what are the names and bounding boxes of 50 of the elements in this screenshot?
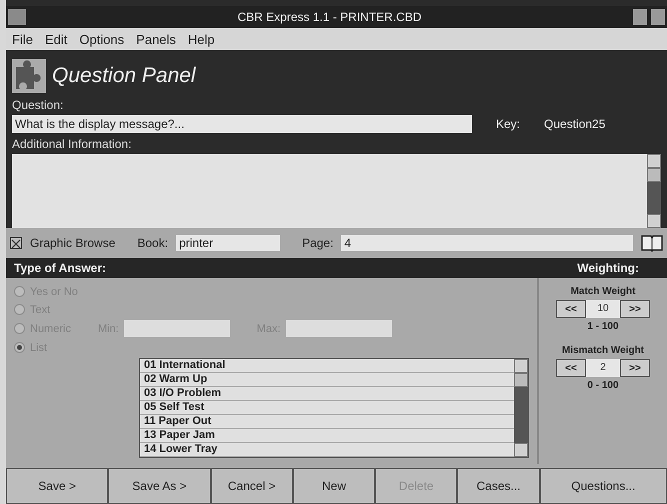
weight-field[interactable]: 10 <box>586 300 620 318</box>
decrease-button[interactable]: << <box>556 359 586 377</box>
menu-item[interactable]: Edit <box>40 32 72 46</box>
weight-range: 1 - 100 <box>587 321 619 332</box>
increase-button[interactable]: >> <box>620 300 650 318</box>
decrease-button[interactable]: << <box>556 300 586 318</box>
list-item[interactable]: 14 Lower Tray <box>140 443 514 457</box>
weight-range: 0 - 100 <box>587 380 619 391</box>
list-item[interactable]: 01 International <box>140 359 514 373</box>
action-button[interactable]: Questions... <box>540 468 667 504</box>
page-field[interactable]: 4 <box>341 235 633 251</box>
book-icon[interactable] <box>641 234 663 252</box>
list-item[interactable]: 05 Self Test <box>140 401 514 415</box>
additional-info-field[interactable] <box>12 154 661 228</box>
graphic-browse-checkbox[interactable] <box>10 237 22 249</box>
page-label: Page: <box>302 236 334 250</box>
action-button[interactable]: Save > <box>6 468 108 504</box>
weight-field[interactable]: 2 <box>586 359 620 377</box>
menu-item[interactable]: Options <box>75 32 128 46</box>
menu-item[interactable]: Help <box>184 32 219 46</box>
scroll-bar[interactable] <box>514 359 528 457</box>
list-item[interactable]: 13 Paper Jam <box>140 429 514 443</box>
menu-item[interactable]: Panels <box>132 32 180 46</box>
question-label: Question: <box>12 98 64 112</box>
max-field[interactable] <box>286 320 392 337</box>
book-label: Book: <box>137 236 168 250</box>
action-button[interactable]: Cancel > <box>210 468 293 504</box>
type-of-answer-header: Type of Answer: <box>14 261 106 275</box>
min-field[interactable] <box>124 320 230 337</box>
panel-title: Question Panel <box>52 64 196 88</box>
action-button[interactable]: New <box>292 468 376 504</box>
list-item[interactable]: 11 Paper Out <box>140 415 514 429</box>
scroll-bar[interactable] <box>647 154 661 228</box>
weighting-header: Weighting: <box>577 261 639 275</box>
window-title: CBR Express 1.1 - PRINTER.CBD <box>236 10 423 24</box>
additional-info-label: Additional Information: <box>12 137 132 151</box>
list-item[interactable]: 02 Warm Up <box>140 373 514 387</box>
weight-label: Mismatch Weight <box>562 345 644 356</box>
increase-button[interactable]: >> <box>620 359 650 377</box>
key-value: Question25 <box>544 117 606 131</box>
key-label: Key: <box>496 117 520 131</box>
book-field[interactable]: printer <box>176 235 280 251</box>
menu-item[interactable]: File <box>8 32 37 46</box>
action-button[interactable]: Cases... <box>457 468 540 504</box>
puzzle-icon <box>12 59 46 93</box>
action-button[interactable]: Save As > <box>108 468 211 504</box>
weight-label: Match Weight <box>570 286 636 297</box>
graphic-browse-label: Graphic Browse <box>30 236 116 250</box>
question-field[interactable]: What is the display message?... <box>12 115 472 133</box>
list-item[interactable]: 03 I/O Problem <box>140 387 514 401</box>
